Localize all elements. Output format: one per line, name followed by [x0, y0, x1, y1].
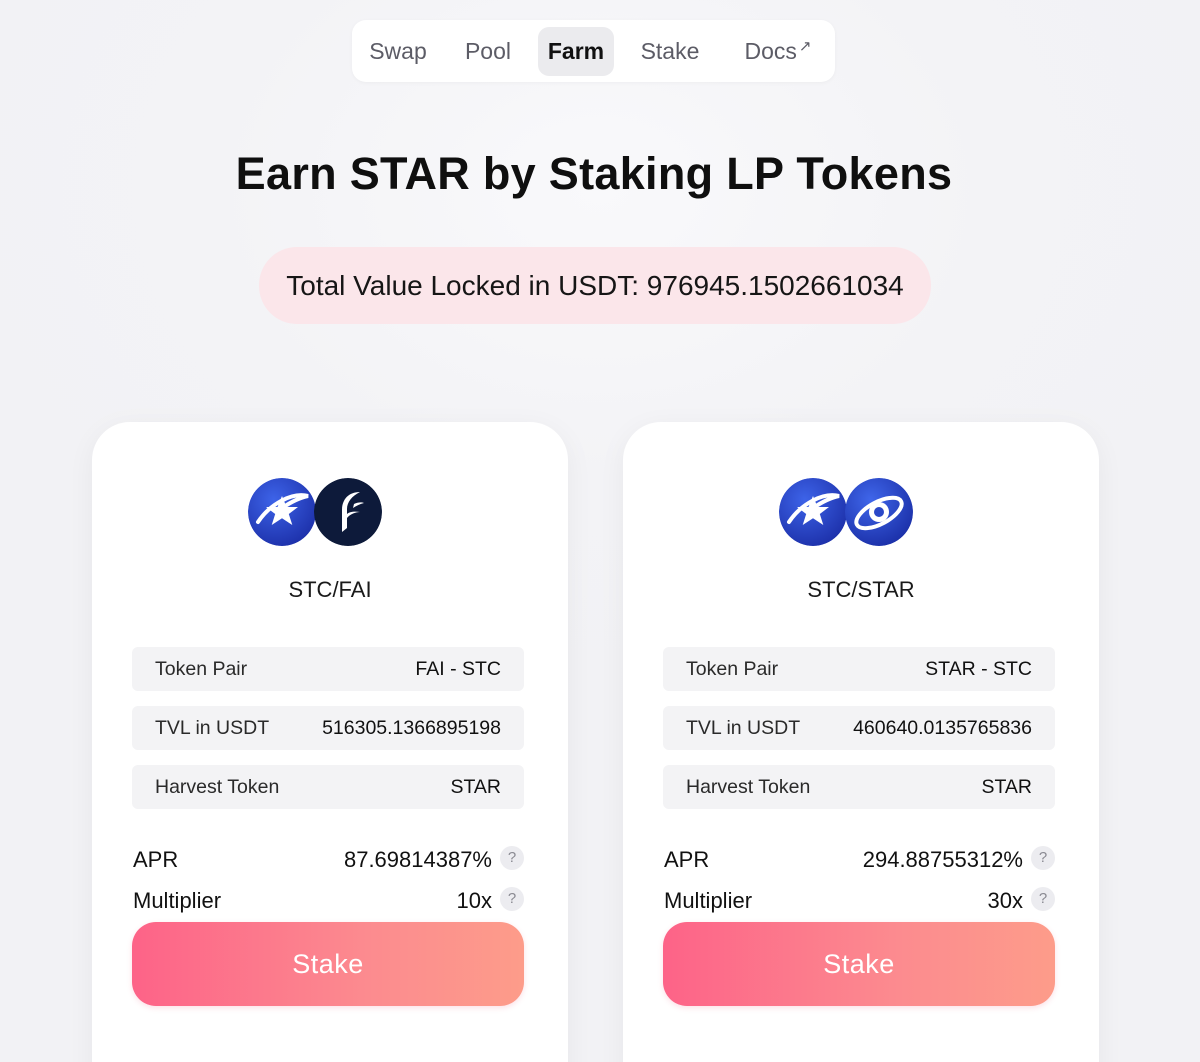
tvl-label: TVL in USDT: [686, 717, 801, 739]
multiplier-stat: Multiplier 30x ?: [663, 886, 1055, 916]
stake-button[interactable]: Stake: [663, 922, 1055, 1006]
token-pair-row: Token Pair FAI - STC: [132, 647, 524, 691]
harvest-token-label: Harvest Token: [686, 776, 811, 798]
page-title: Earn STAR by Staking LP Tokens: [235, 148, 953, 199]
farm-card-stc-star: STC/STAR Token Pair STAR - STC TVL in US…: [623, 422, 1099, 1062]
stc-star-icon: [248, 478, 316, 546]
apr-stat: APR 87.69814387% ?: [132, 845, 524, 875]
external-link-icon: ↗: [798, 38, 812, 55]
harvest-token-row: Harvest Token STAR: [663, 765, 1055, 809]
harvest-token-value: STAR: [981, 776, 1032, 798]
nav-docs[interactable]: Docs ↗: [730, 27, 826, 76]
tvl-value: 516305.1366895198: [322, 717, 501, 739]
stc-star-icon: [779, 478, 847, 546]
multiplier-value: 30x: [987, 888, 1023, 913]
token-pair-label: Token Pair: [155, 658, 248, 680]
multiplier-help-icon[interactable]: ?: [1031, 887, 1055, 911]
multiplier-label: Multiplier: [133, 888, 222, 913]
apr-label: APR: [664, 847, 710, 872]
apr-help-icon[interactable]: ?: [1031, 846, 1055, 870]
star-orbit-icon: [845, 478, 913, 546]
top-nav: Swap Pool Farm Stake Docs ↗: [352, 20, 835, 82]
tvl-value: 460640.0135765836: [853, 717, 1032, 739]
token-pair-row: Token Pair STAR - STC: [663, 647, 1055, 691]
multiplier-value: 10x: [456, 888, 492, 913]
multiplier-label: Multiplier: [664, 888, 753, 913]
fai-icon: [314, 478, 382, 546]
tvl-row: TVL in USDT 516305.1366895198: [132, 706, 524, 750]
tvl-row: TVL in USDT 460640.0135765836: [663, 706, 1055, 750]
tvl-label: TVL in USDT: [155, 717, 270, 739]
multiplier-stat: Multiplier 10x ?: [132, 886, 524, 916]
stake-button[interactable]: Stake: [132, 922, 524, 1006]
token-pair-value: FAI - STC: [415, 658, 501, 680]
harvest-token-label: Harvest Token: [155, 776, 280, 798]
apr-value: 87.69814387%: [343, 847, 492, 872]
token-pair-label: Token Pair: [686, 658, 779, 680]
nav-docs-label: Docs: [744, 38, 797, 64]
apr-stat: APR 294.88755312% ?: [663, 845, 1055, 875]
token-pair-value: STAR - STC: [925, 658, 1032, 680]
nav-swap[interactable]: Swap: [360, 27, 436, 76]
harvest-token-value: STAR: [450, 776, 501, 798]
apr-help-icon[interactable]: ?: [500, 846, 524, 870]
multiplier-help-icon[interactable]: ?: [500, 887, 524, 911]
nav-pool[interactable]: Pool: [450, 27, 526, 76]
farm-card-stc-fai: STC/FAI Token Pair FAI - STC TVL in USDT…: [92, 422, 568, 1062]
harvest-token-row: Harvest Token STAR: [132, 765, 524, 809]
nav-farm[interactable]: Farm: [538, 27, 614, 76]
total-value-locked-badge: Total Value Locked in USDT: 976945.15026…: [259, 247, 931, 324]
farm-pair-name: STC/FAI: [288, 577, 372, 602]
farm-pair-name: STC/STAR: [807, 577, 915, 602]
apr-value: 294.88755312%: [862, 847, 1023, 872]
nav-stake[interactable]: Stake: [629, 27, 711, 76]
apr-label: APR: [133, 847, 179, 872]
